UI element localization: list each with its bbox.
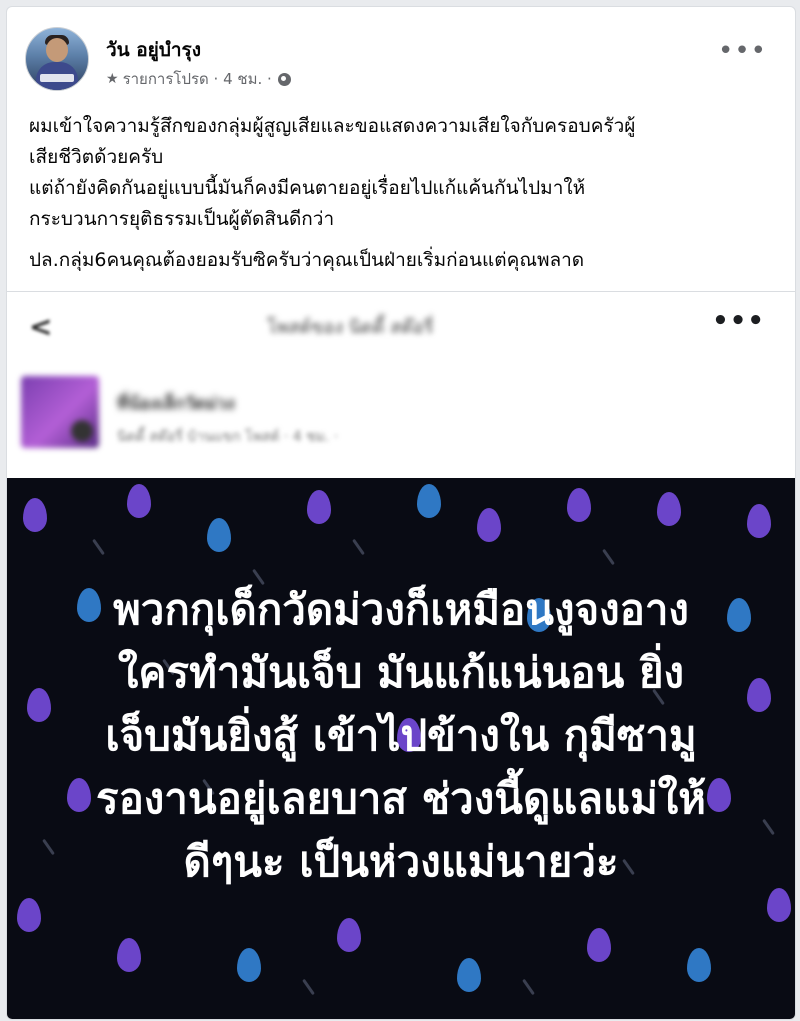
back-arrow-icon: < [29,310,53,343]
image-post[interactable]: พวกกุเด็กวัดม่วงก็เหมือนงูจงอาง ใครทำมัน… [7,478,795,1019]
rain-streak-shape [602,548,615,566]
raindrop-shape [477,508,501,542]
caption-line: พวกกุเด็กวัดม่วงก็เหมือนงูจงอาง [113,585,689,634]
raindrop-shape [117,938,141,972]
rain-streak-shape [92,538,105,556]
raindrop-shape [657,492,681,526]
raindrop-shape [23,498,47,532]
post-paragraph: ปล.กลุ่ม6คนคุณต้องยอมรับซิครับว่าคุณเป็น… [29,249,585,271]
post-paragraph: กระบวนการยุติธรรมเป็นผู้ตัดสินดีกว่า [29,208,335,230]
post-body: ผมเข้าใจความรู้สึกของกลุ่มผู้สูญเสียและข… [29,111,777,276]
blurred-poster-meta: นิดดี้ สต๊อรี่ บ้านแขก โพสต์ · 4 ชม. · [117,429,339,445]
author-avatar[interactable] [25,27,89,91]
avatar-badge-shape [40,74,74,82]
raindrop-shape [457,958,481,992]
author-name[interactable]: วัน อยู่บำรุง [106,35,201,65]
blurred-poster-name: ที่น้องเล็กวัดม่วง [117,394,235,412]
more-options-icon: ••• [712,306,765,336]
rain-streak-shape [352,538,365,556]
post-meta-text[interactable]: รายการโปรด · 4 ชม. · [123,67,272,91]
raindrop-shape [17,898,41,932]
raindrop-shape [587,928,611,962]
avatar-head-shape [46,38,68,62]
blurred-avatar [21,376,99,448]
raindrop-shape [207,518,231,552]
raindrop-shape [237,948,261,982]
post-paragraph: แต่ถ้ายังคิดกันอยู่แบบนี้มันก็คงมีคนตายอ… [29,177,586,199]
caption-line: เจ็บมันยิ่งสู้ เข้าไปข้างใน กุมีซามู [105,711,697,760]
post-paragraph: ผมเข้าใจความรู้สึกของกลุ่มผู้สูญเสียและข… [29,115,636,137]
caption-line: ดีๆนะ เป็นห่วงแม่นายว่ะ [183,837,619,886]
blurred-avatar-dot [71,420,93,442]
caption-line: ใครทำมันเจ็บ มันแก้แน่นอน ยิ่ง [117,648,685,697]
raindrop-shape [687,948,711,982]
raindrop-shape [337,918,361,952]
globe-icon[interactable] [277,72,291,86]
rain-streak-shape [302,978,315,996]
blurred-header-title: โพสต์ของ นิดดี้ สต๊อรี่ [267,317,434,338]
post-card: วัน อยู่บำรุง ★ รายการโปรด · 4 ชม. · •••… [6,6,796,1020]
post-paragraph: เสียชีวิตด้วยครับ [29,146,164,168]
post-meta: ★ รายการโปรด · 4 ชม. · [106,67,291,91]
raindrop-shape [417,484,441,518]
rain-streak-shape [522,978,535,996]
raindrop-shape [747,504,771,538]
raindrop-shape [307,490,331,524]
image-caption: พวกกุเด็กวัดม่วงก็เหมือนงูจงอาง ใครทำมัน… [37,578,765,893]
raindrop-shape [767,888,791,922]
caption-line: รองานอยู่เลยบาส ช่วงนี้ดูแลแม่ให้ [96,774,706,823]
more-options-icon[interactable]: ••• [718,38,767,64]
shared-screenshot[interactable]: < โพสต์ของ นิดดี้ สต๊อรี่ ••• ที่น้องเล็… [7,291,795,1019]
raindrop-shape [567,488,591,522]
post-header: วัน อยู่บำรุง ★ รายการโปรด · 4 ชม. · ••• [7,7,795,99]
raindrop-shape [127,484,151,518]
star-icon: ★ [106,71,119,87]
